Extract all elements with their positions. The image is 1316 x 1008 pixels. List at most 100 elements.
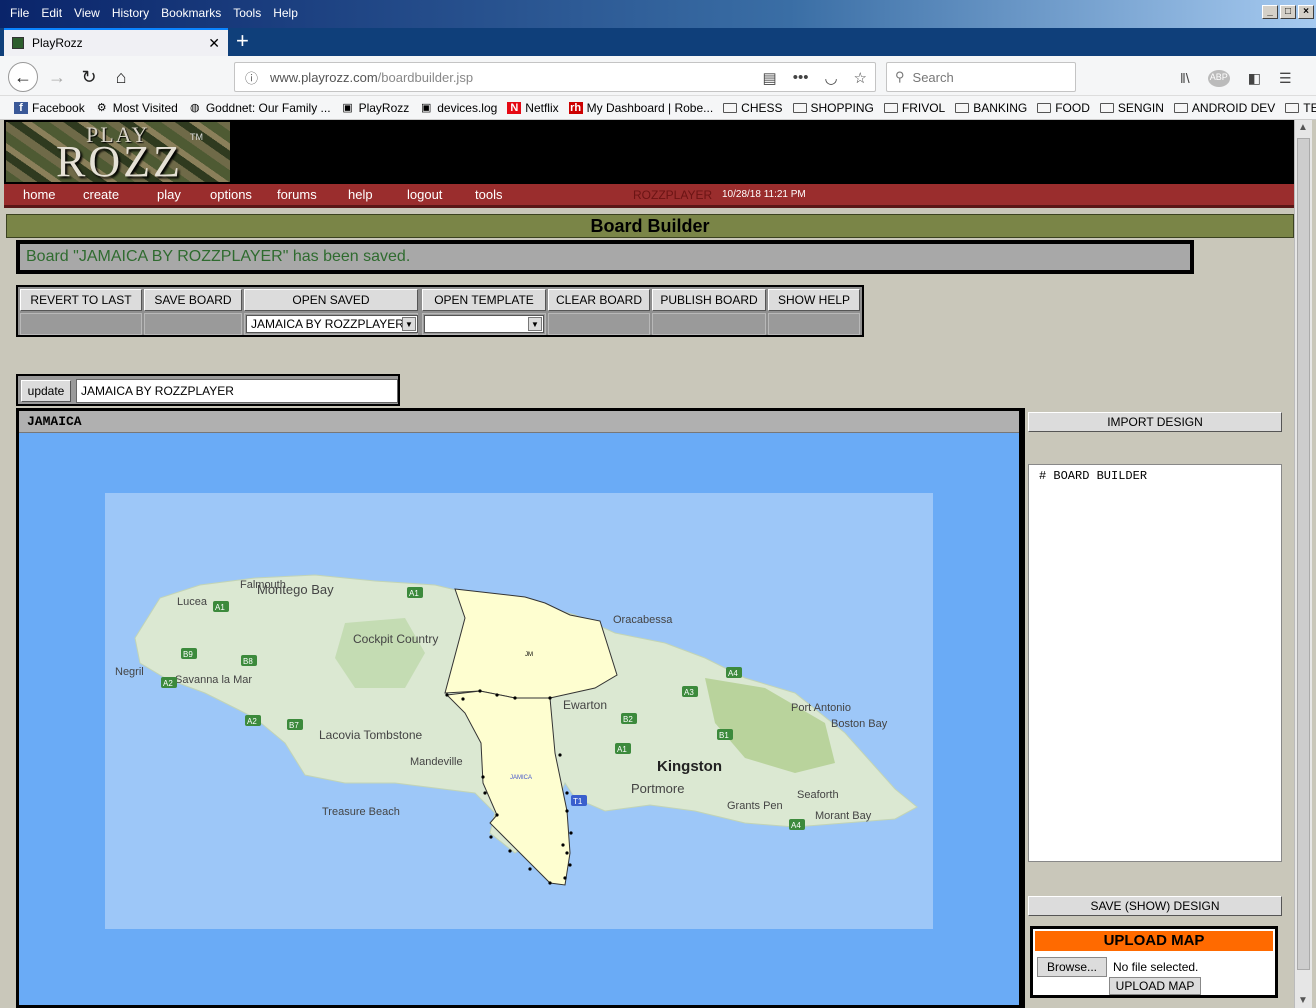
nav-tools[interactable]: tools bbox=[475, 187, 502, 202]
save-show-design-button[interactable]: SAVE (SHOW) DESIGN bbox=[1028, 896, 1282, 916]
bookmark-item[interactable]: ▣ PlayRozz bbox=[341, 101, 409, 115]
bookmark-item[interactable]: ◍ Goddnet: Our Family ... bbox=[188, 101, 331, 115]
bookmark-item[interactable]: rh My Dashboard | Robe... bbox=[568, 101, 713, 115]
vertex-point[interactable] bbox=[513, 696, 517, 700]
board-name-input[interactable]: JAMAICA BY ROZZPLAYER bbox=[76, 379, 398, 403]
bookmark-item[interactable]: CHESS bbox=[723, 101, 783, 115]
open-saved-button[interactable]: OPEN SAVED bbox=[244, 289, 418, 311]
new-tab-icon[interactable]: + bbox=[236, 30, 249, 52]
bookmark-item[interactable]: N Netflix bbox=[507, 101, 559, 115]
road-shield-label: A2 bbox=[247, 717, 257, 726]
menu-edit[interactable]: Edit bbox=[35, 6, 68, 20]
nav-logout[interactable]: logout bbox=[407, 187, 442, 202]
chevron-down-icon[interactable]: ▼ bbox=[402, 317, 416, 331]
bookmark-item[interactable]: FOOD bbox=[1037, 101, 1090, 115]
menu-bookmarks[interactable]: Bookmarks bbox=[155, 6, 227, 20]
nav-help[interactable]: help bbox=[348, 187, 373, 202]
back-icon[interactable]: ← bbox=[8, 62, 38, 92]
vertex-point[interactable] bbox=[481, 775, 485, 779]
vertex-point[interactable] bbox=[558, 753, 562, 757]
vertex-point[interactable] bbox=[568, 863, 572, 867]
menu-file[interactable]: File bbox=[4, 6, 35, 20]
vertex-point[interactable] bbox=[565, 791, 569, 795]
vertex-point[interactable] bbox=[548, 881, 552, 885]
info-icon[interactable]: ⓘ bbox=[245, 68, 258, 87]
adblock-icon[interactable]: ABP bbox=[1207, 70, 1230, 87]
close-window-icon[interactable]: × bbox=[1298, 5, 1314, 19]
open-template-button[interactable]: OPEN TEMPLATE bbox=[422, 289, 546, 311]
pocket-icon[interactable]: ◡ bbox=[824, 69, 837, 87]
menu-history[interactable]: History bbox=[106, 6, 155, 20]
sidebar-icon[interactable]: ◧ bbox=[1248, 70, 1261, 87]
publish-board-button[interactable]: PUBLISH BOARD bbox=[652, 289, 766, 311]
open-saved-select[interactable]: JAMAICA BY ROZZPLAYER ▼ bbox=[246, 315, 418, 333]
vertex-point[interactable] bbox=[561, 843, 565, 847]
reader-view-icon[interactable]: ▤ bbox=[763, 69, 777, 87]
nav-play[interactable]: play bbox=[157, 187, 181, 202]
minimize-icon[interactable]: _ bbox=[1262, 5, 1278, 19]
browse-button[interactable]: Browse... bbox=[1037, 957, 1107, 977]
page-scrollbar[interactable]: ▲ ▼ bbox=[1294, 120, 1312, 1008]
page-actions-icon[interactable]: ••• bbox=[793, 69, 809, 87]
territory-north[interactable] bbox=[444, 588, 618, 699]
vertex-point[interactable] bbox=[489, 835, 493, 839]
vertex-point[interactable] bbox=[461, 697, 465, 701]
url-bar[interactable]: ⓘ www.playrozz.com/boardbuilder.jsp ▤ ••… bbox=[234, 62, 876, 92]
update-button[interactable]: update bbox=[21, 380, 71, 402]
tab-playrozz[interactable]: PlayRozz ✕ bbox=[4, 28, 228, 56]
menu-tools[interactable]: Tools bbox=[227, 6, 267, 20]
vertex-point[interactable] bbox=[445, 693, 449, 697]
bookmark-item[interactable]: SHOPPING bbox=[792, 101, 874, 115]
bookmark-label: Most Visited bbox=[112, 100, 178, 115]
bookmark-item[interactable]: ▣ devices.log bbox=[419, 101, 497, 115]
playrozz-logo[interactable]: PLAY ROZZ TM bbox=[6, 122, 230, 182]
forward-icon[interactable]: → bbox=[42, 62, 72, 92]
bookmark-item[interactable]: f Facebook bbox=[14, 101, 85, 115]
vertex-point[interactable] bbox=[565, 809, 569, 813]
nav-home[interactable]: home bbox=[23, 187, 56, 202]
maximize-icon[interactable]: □ bbox=[1280, 5, 1296, 19]
vertex-point[interactable] bbox=[569, 831, 573, 835]
vertex-point[interactable] bbox=[483, 791, 487, 795]
hamburger-menu-icon[interactable]: ☰ bbox=[1279, 70, 1292, 87]
vertex-point[interactable] bbox=[548, 696, 552, 700]
bookmark-item[interactable]: ANDROID DEV bbox=[1173, 101, 1275, 115]
save-board-button[interactable]: SAVE BOARD bbox=[144, 289, 242, 311]
clear-board-button[interactable]: CLEAR BOARD bbox=[548, 289, 650, 311]
vertex-point[interactable] bbox=[478, 689, 482, 693]
vertex-point[interactable] bbox=[528, 867, 532, 871]
menu-help[interactable]: Help bbox=[267, 6, 304, 20]
menu-view[interactable]: View bbox=[68, 6, 106, 20]
nav-create[interactable]: create bbox=[83, 187, 119, 202]
bookmark-item[interactable]: SENGIN bbox=[1099, 101, 1164, 115]
close-tab-icon[interactable]: ✕ bbox=[208, 35, 220, 52]
open-template-select[interactable]: ▼ bbox=[424, 315, 544, 333]
vertex-point[interactable] bbox=[565, 851, 569, 855]
revert-to-last-button[interactable]: REVERT TO LAST bbox=[20, 289, 142, 311]
scroll-up-icon[interactable]: ▲ bbox=[1298, 122, 1308, 133]
reload-icon[interactable]: ↻ bbox=[74, 62, 104, 92]
scrollbar-thumb[interactable] bbox=[1297, 138, 1310, 970]
bookmark-star-icon[interactable]: ☆ bbox=[854, 69, 867, 87]
vertex-point[interactable] bbox=[495, 813, 499, 817]
vertex-point[interactable] bbox=[508, 849, 512, 853]
search-input[interactable]: ⚲ Search bbox=[886, 62, 1076, 92]
nav-forums[interactable]: forums bbox=[277, 187, 317, 202]
home-icon[interactable]: ⌂ bbox=[106, 62, 136, 92]
chevron-down-icon[interactable]: ▼ bbox=[528, 317, 542, 331]
library-icon[interactable]: ‖\ bbox=[1180, 70, 1190, 87]
bookmark-item[interactable]: TECH bbox=[1285, 101, 1316, 115]
scroll-down-icon[interactable]: ▼ bbox=[1298, 995, 1308, 1006]
bookmark-item[interactable]: FRIVOL bbox=[883, 101, 945, 115]
import-design-button[interactable]: IMPORT DESIGN bbox=[1028, 412, 1282, 432]
nav-options[interactable]: options bbox=[210, 187, 252, 202]
vertex-point[interactable] bbox=[563, 876, 567, 880]
facebook-icon: f bbox=[14, 101, 28, 114]
show-help-button[interactable]: SHOW HELP bbox=[768, 289, 860, 311]
vertex-point[interactable] bbox=[495, 693, 499, 697]
upload-map-button[interactable]: UPLOAD MAP bbox=[1109, 977, 1201, 995]
map-canvas[interactable]: JM JAMICA Falmouth Montego Bay Lucea Cockpi… bbox=[105, 493, 933, 929]
design-textarea[interactable]: # BOARD BUILDER bbox=[1028, 464, 1282, 862]
bookmark-item[interactable]: ⚙ Most Visited bbox=[95, 101, 178, 115]
bookmark-item[interactable]: BANKING bbox=[955, 101, 1027, 115]
